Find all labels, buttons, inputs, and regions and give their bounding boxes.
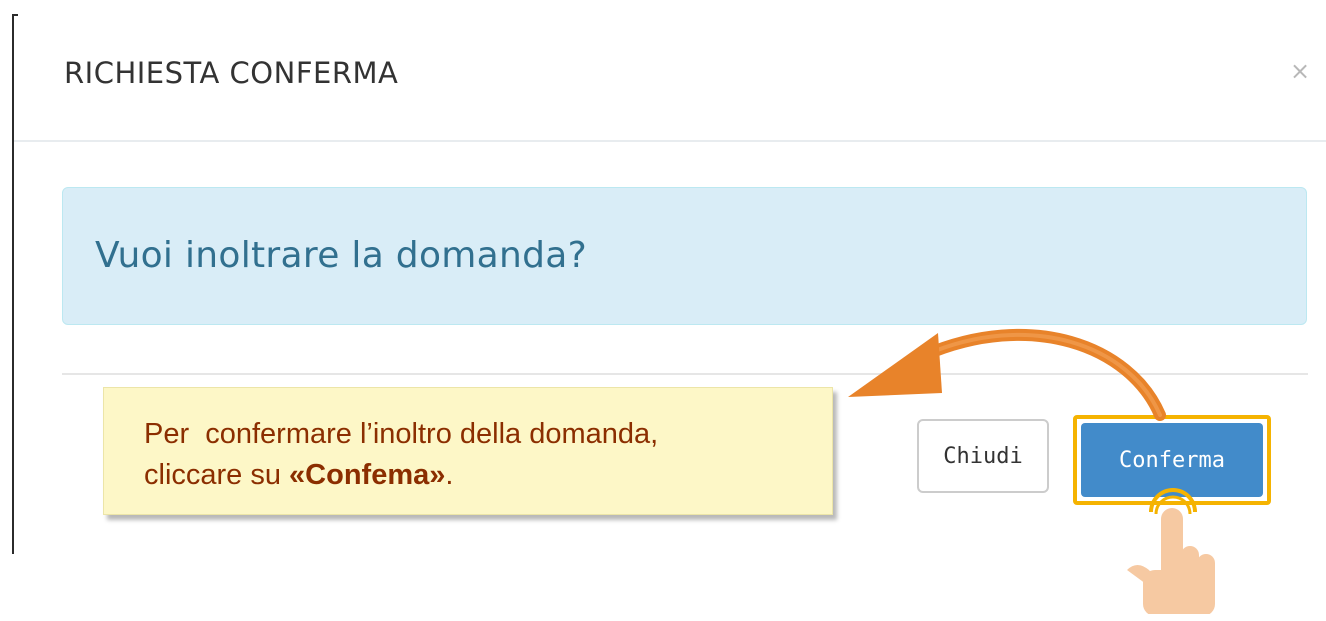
left-edge-tick (12, 14, 18, 16)
callout-line-2-suffix: . (445, 459, 454, 491)
callout-line-2-bold: «Confema» (289, 459, 446, 491)
info-alert: Vuoi inoltrare la domanda? (62, 187, 1307, 325)
curved-arrow-icon (848, 329, 1166, 421)
modal-title: RICHIESTA CONFERMA (64, 56, 399, 90)
callout-line-2-prefix: cliccare su (144, 459, 290, 491)
callout-line-1: Per confermare l’inoltro della domanda, (144, 418, 659, 450)
callout-text: Per confermare l’inoltro della domanda, … (144, 414, 658, 496)
close-button[interactable]: Chiudi (917, 419, 1049, 493)
alert-message: Vuoi inoltrare la domanda? (95, 235, 588, 276)
pointing-hand-icon (1127, 488, 1215, 614)
header-divider (14, 140, 1326, 142)
instruction-callout: Per confermare l’inoltro della domanda, … (103, 387, 833, 515)
left-edge-line (12, 14, 14, 554)
close-icon[interactable]: × (1289, 59, 1311, 83)
